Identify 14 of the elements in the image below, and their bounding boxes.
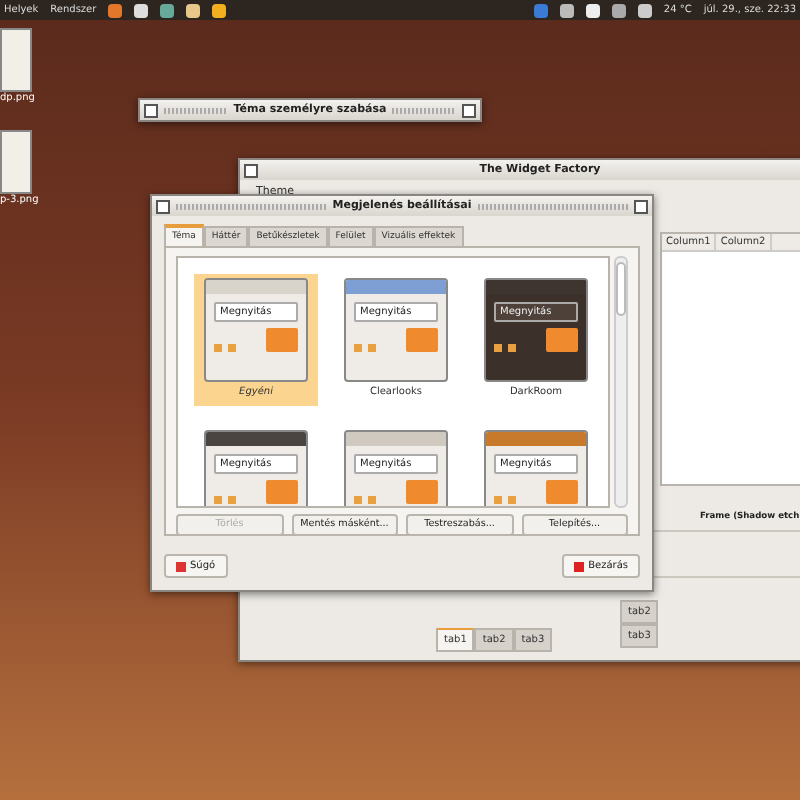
checkbox-radio-icon	[354, 344, 378, 352]
window-menu-icon[interactable]	[156, 199, 170, 213]
scrollbar[interactable]	[614, 256, 628, 508]
image-thumbnail[interactable]	[0, 130, 32, 194]
window-menu-icon[interactable]	[244, 163, 258, 177]
checkbox-radio-icon	[214, 344, 238, 352]
checkbox-radio-icon	[494, 496, 518, 504]
image-thumbnail[interactable]	[0, 28, 32, 92]
checkbox-radio-icon	[494, 344, 518, 352]
maximize-icon[interactable]	[462, 103, 476, 117]
window-menu-icon[interactable]	[144, 103, 158, 117]
checkbox-radio-icon	[354, 496, 378, 504]
checkbox-radio-icon	[214, 496, 238, 504]
maximize-icon[interactable]	[634, 199, 649, 213]
